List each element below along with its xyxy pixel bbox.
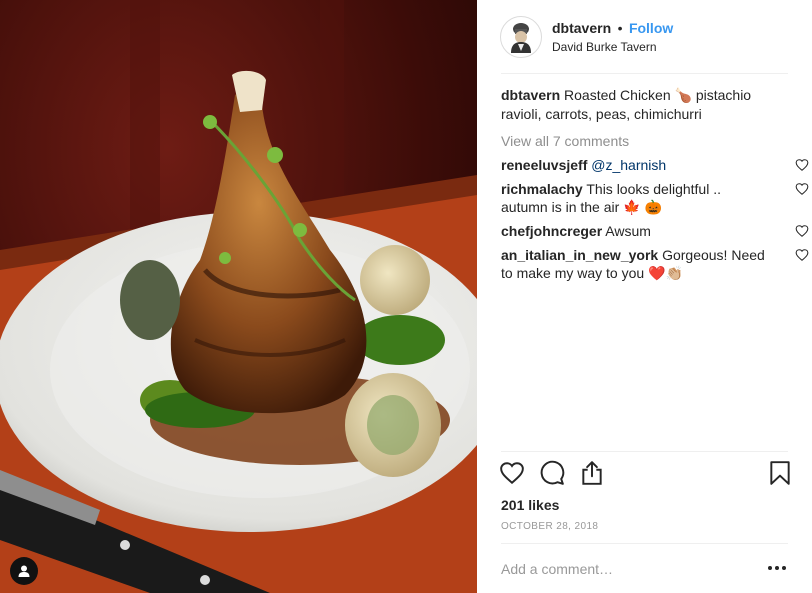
comment-mention[interactable]: @z_harnish <box>591 157 666 173</box>
comment-item: an_italian_in_new_york Gorgeous! Need to… <box>501 246 809 282</box>
post-caption: dbtavern Roasted Chicken 🍗 pistachio rav… <box>501 86 791 124</box>
separator-dot: • <box>617 19 623 36</box>
comment-username[interactable]: chefjohncreger <box>501 223 602 239</box>
comment-input-divider <box>501 543 788 544</box>
actions-divider <box>501 451 788 452</box>
comment-item: chefjohncreger Awsum <box>501 222 809 240</box>
comment-item: richmalachy This looks delightful .. aut… <box>501 180 809 216</box>
post-location[interactable]: David Burke Tavern <box>552 38 673 56</box>
comments-section: dbtavern Roasted Chicken 🍗 pistachio rav… <box>501 86 809 282</box>
comment-like-heart-icon[interactable] <box>795 182 809 196</box>
chef-logo-icon <box>511 23 531 53</box>
comment-like-heart-icon[interactable] <box>795 224 809 238</box>
view-all-comments-link[interactable]: View all 7 comments <box>501 132 791 150</box>
post-date[interactable]: OCTOBER 28, 2018 <box>501 521 598 532</box>
more-dot <box>768 566 772 570</box>
post-photo[interactable] <box>0 0 477 593</box>
post-header-text: dbtavern • Follow David Burke Tavern <box>552 19 673 56</box>
more-options-icon[interactable] <box>768 560 786 576</box>
more-dot <box>782 566 786 570</box>
post-actions-bar <box>499 460 799 488</box>
share-icon[interactable] <box>579 460 605 486</box>
user-tag-icon <box>18 565 30 577</box>
post-header: dbtavern • Follow David Burke Tavern <box>477 0 812 74</box>
add-comment-input[interactable] <box>501 559 741 579</box>
comment-bubble-icon[interactable] <box>539 460 565 486</box>
comment-username[interactable]: richmalachy <box>501 181 583 197</box>
food-image <box>0 0 477 593</box>
comment-like-heart-icon[interactable] <box>795 158 809 172</box>
likes-count[interactable]: 201 likes <box>501 496 559 514</box>
follow-button[interactable]: Follow <box>629 20 673 36</box>
post-side-panel: dbtavern • Follow David Burke Tavern dbt… <box>477 0 812 593</box>
heart-icon[interactable] <box>499 460 525 486</box>
comment-username[interactable]: an_italian_in_new_york <box>501 247 658 263</box>
caption-username[interactable]: dbtavern <box>501 87 560 103</box>
more-dot <box>775 566 779 570</box>
comment-text: Awsum <box>605 223 651 239</box>
avatar[interactable] <box>500 16 542 58</box>
header-divider <box>501 73 788 74</box>
comment-username[interactable]: reneeluvsjeff <box>501 157 587 173</box>
comment-item: reneeluvsjeff @z_harnish <box>501 156 809 174</box>
user-tag-button[interactable] <box>10 557 38 585</box>
bookmark-icon[interactable] <box>767 460 793 486</box>
post-username[interactable]: dbtavern <box>552 20 611 36</box>
comment-like-heart-icon[interactable] <box>795 248 809 262</box>
